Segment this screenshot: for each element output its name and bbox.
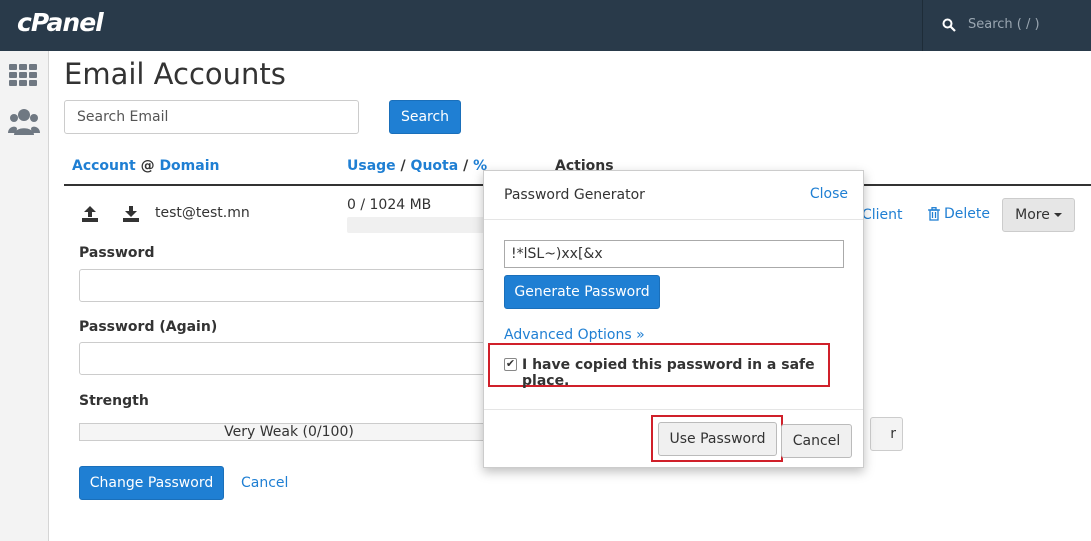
account-email: test@test.mn <box>155 205 250 221</box>
delete-account-link[interactable]: Delete <box>928 206 990 222</box>
generate-password-button[interactable]: Generate Password <box>504 275 660 309</box>
cpanel-logo[interactable]: cPanel <box>17 8 104 37</box>
caret-down-icon <box>1053 213 1062 217</box>
password-again-label: Password (Again) <box>79 319 218 335</box>
advanced-options-link[interactable]: Advanced Options » <box>504 327 645 343</box>
delete-label: Delete <box>944 206 990 222</box>
use-password-button[interactable]: Use Password <box>658 422 777 456</box>
popover-title: Password Generator <box>504 187 645 203</box>
popover-footer-divider <box>484 409 863 410</box>
cancel-link[interactable]: Cancel <box>241 475 288 491</box>
page-title: Email Accounts <box>64 57 286 91</box>
global-search-placeholder: Search ( / ) <box>968 17 1040 32</box>
usage-value: 0 / 1024 MB <box>347 197 432 213</box>
password-generator-popover: Password Generator Close Generate Passwo… <box>483 170 864 468</box>
sort-quota-link[interactable]: Quota <box>411 158 459 174</box>
change-password-button[interactable]: Change Password <box>79 466 224 500</box>
usage-quota-header: Usage / Quota / % <box>347 158 487 174</box>
search-icon <box>942 18 956 32</box>
sort-usage-link[interactable]: Usage <box>347 158 396 174</box>
download-icon[interactable] <box>122 205 140 223</box>
password-again-field[interactable] <box>79 342 499 375</box>
password-field[interactable] <box>79 269 499 302</box>
popover-header-divider <box>484 219 863 220</box>
popover-cancel-button[interactable]: Cancel <box>781 424 852 458</box>
slash-separator: / <box>463 158 469 174</box>
top-bar: cPanel Search ( / ) <box>0 0 1091 51</box>
more-actions-button[interactable]: More <box>1002 198 1075 232</box>
copied-checkbox[interactable]: ✔ <box>504 358 517 371</box>
use-password-highlight: Use Password <box>651 415 783 462</box>
usage-progress-bar <box>347 217 487 233</box>
upload-icon[interactable] <box>81 205 99 223</box>
users-icon[interactable] <box>8 107 40 137</box>
sort-account-link[interactable]: Account <box>72 158 136 174</box>
more-label: More <box>1015 207 1050 223</box>
close-link[interactable]: Close <box>810 186 848 202</box>
search-button[interactable]: Search <box>389 100 461 134</box>
strength-meter: Very Weak (0/100) <box>79 423 499 441</box>
trash-icon <box>928 207 940 221</box>
at-separator: @ <box>140 158 155 174</box>
apps-grid-icon[interactable] <box>9 64 38 86</box>
left-sidebar <box>0 51 49 541</box>
account-domain-header: Account @ Domain <box>72 158 219 174</box>
generated-password-input[interactable] <box>504 240 844 268</box>
password-generator-button[interactable]: r <box>870 417 903 451</box>
slash-separator: / <box>400 158 406 174</box>
search-email-input[interactable] <box>64 100 359 134</box>
password-label: Password <box>79 245 155 261</box>
sort-domain-link[interactable]: Domain <box>159 158 219 174</box>
strength-label: Strength <box>79 393 149 409</box>
copied-confirmation-highlight: ✔ I have copied this password in a safe … <box>488 343 830 389</box>
copied-checkbox-label[interactable]: I have copied this password in a safe pl… <box>522 357 828 389</box>
global-search[interactable]: Search ( / ) <box>922 0 1091 51</box>
connect-client-link[interactable]: Client <box>862 207 903 223</box>
